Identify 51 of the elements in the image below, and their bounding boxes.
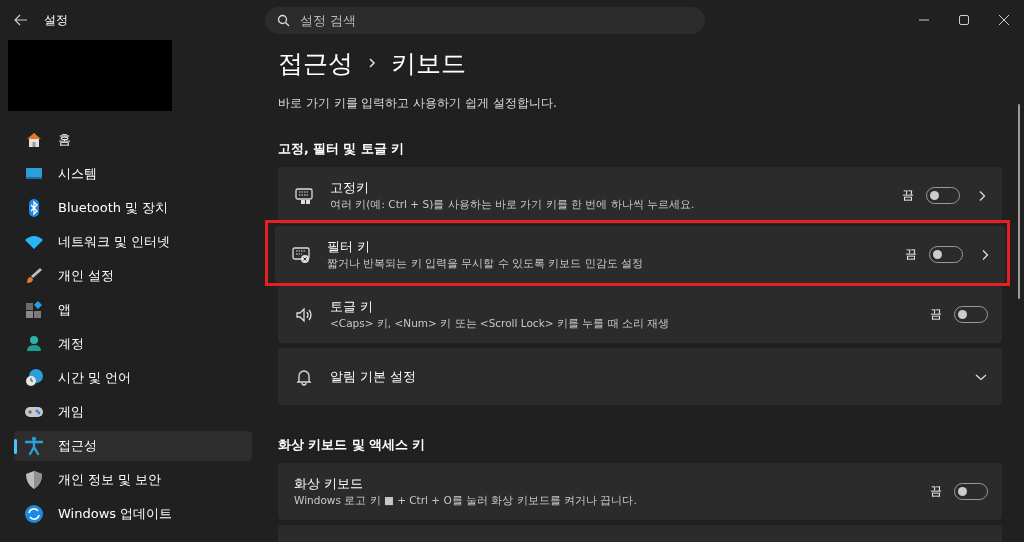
toggle-state-label: 끔 [905, 246, 917, 263]
setting-description: <Caps> 키, <Num> 키 또는 <Scroll Lock> 키를 누를 때 소리 재생 [330, 317, 671, 331]
sidebar-item[interactable]: 앱 [14, 295, 252, 325]
setting-row[interactable]: 화상 키보드 Windows 로고 키 ■ + Ctrl + O를 눌러 화상 키보드를 켜거나 끕니다. 끔 [278, 463, 1002, 520]
section-header: 화상 키보드 및 액세스 키 [278, 437, 427, 454]
breadcrumb-item: 키보드 [391, 47, 466, 80]
sidebar-item[interactable]: 게임 [14, 397, 252, 427]
scrollbar[interactable] [1018, 104, 1020, 299]
breadcrumb-chevron-icon [367, 57, 377, 69]
person-icon [24, 334, 44, 354]
sidebar-item[interactable]: 개인 정보 및 보안 [14, 465, 252, 495]
setting-title: 화상 키보드 [294, 475, 365, 493]
back-button[interactable] [13, 12, 29, 28]
section-header: 고정, 필터 및 토글 키 [278, 141, 406, 158]
sidebar-item[interactable]: 개인 설정 [14, 261, 252, 291]
page-description: 바로 가기 키를 입력하고 사용하기 쉽게 설정합니다. [278, 95, 558, 112]
sidebar-item[interactable]: Windows 업데이트 [14, 499, 252, 529]
keyboard-icon [291, 244, 311, 265]
maximize-icon [959, 15, 969, 25]
setting-title: 필터 키 [327, 238, 372, 256]
sidebar-item[interactable]: 시스템 [14, 159, 252, 189]
apps-icon [24, 300, 44, 320]
close-icon [999, 15, 1009, 25]
toggle-state-label: 끔 [902, 187, 914, 204]
toggle-state-label: 끔 [930, 483, 942, 500]
search-field[interactable]: 설정 검색 [265, 6, 705, 34]
setting-row[interactable]: 고정키 여러 키(예: Ctrl + S)를 사용하는 바로 가기 키를 한 번에 하나씩 누르세요. 끔 [278, 167, 1002, 224]
toggle-state-label: 끔 [930, 306, 942, 323]
window-title: 설정 [44, 11, 69, 29]
setting-row[interactable]: 알림 기본 설정 [278, 348, 1002, 405]
accessibility-icon [24, 436, 44, 456]
sidebar-item[interactable]: 홈 [14, 125, 252, 155]
setting-description: 여러 키(예: Ctrl + S)를 사용하는 바로 가기 키를 한 번에 하나씩 누르세요. [330, 198, 696, 212]
globe-clock-icon [24, 368, 44, 388]
breadcrumb-item[interactable]: 접근성 [278, 46, 353, 80]
keyboard-icon [294, 185, 314, 206]
setting-description: 짧거나 반복되는 키 입력을 무시할 수 있도록 키보드 민감도 설정 [327, 257, 645, 271]
setting-title: 토글 키 [330, 298, 375, 316]
setting-title: 고정키 [330, 179, 370, 197]
sidebar-item[interactable]: 시간 및 언어 [14, 363, 252, 393]
setting-row[interactable]: 필터 키 짧거나 반복되는 키 입력을 무시할 수 있도록 키보드 민감도 설정 끔 [275, 226, 1005, 283]
setting-title: 알림 기본 설정 [330, 367, 418, 386]
sidebar-item[interactable]: 계정 [14, 329, 252, 359]
refresh-icon [24, 504, 44, 524]
setting-row[interactable]: 토글 키 <Caps> 키, <Num> 키 또는 <Scroll Lock> 키를 누를 때 소리 재생 끔 [278, 286, 1002, 343]
sidebar-item[interactable]: 접근성 [14, 431, 252, 461]
sidebar-item[interactable]: Bluetooth 및 장치 [14, 193, 252, 223]
shield-icon [24, 470, 44, 490]
sidebar-item[interactable]: 네트워크 및 인터넷 [14, 227, 252, 257]
brush-icon [24, 266, 44, 286]
setting-description: Windows 로고 키 ■ + Ctrl + O를 눌러 화상 키보드를 켜거나 끕니다. [294, 494, 638, 508]
